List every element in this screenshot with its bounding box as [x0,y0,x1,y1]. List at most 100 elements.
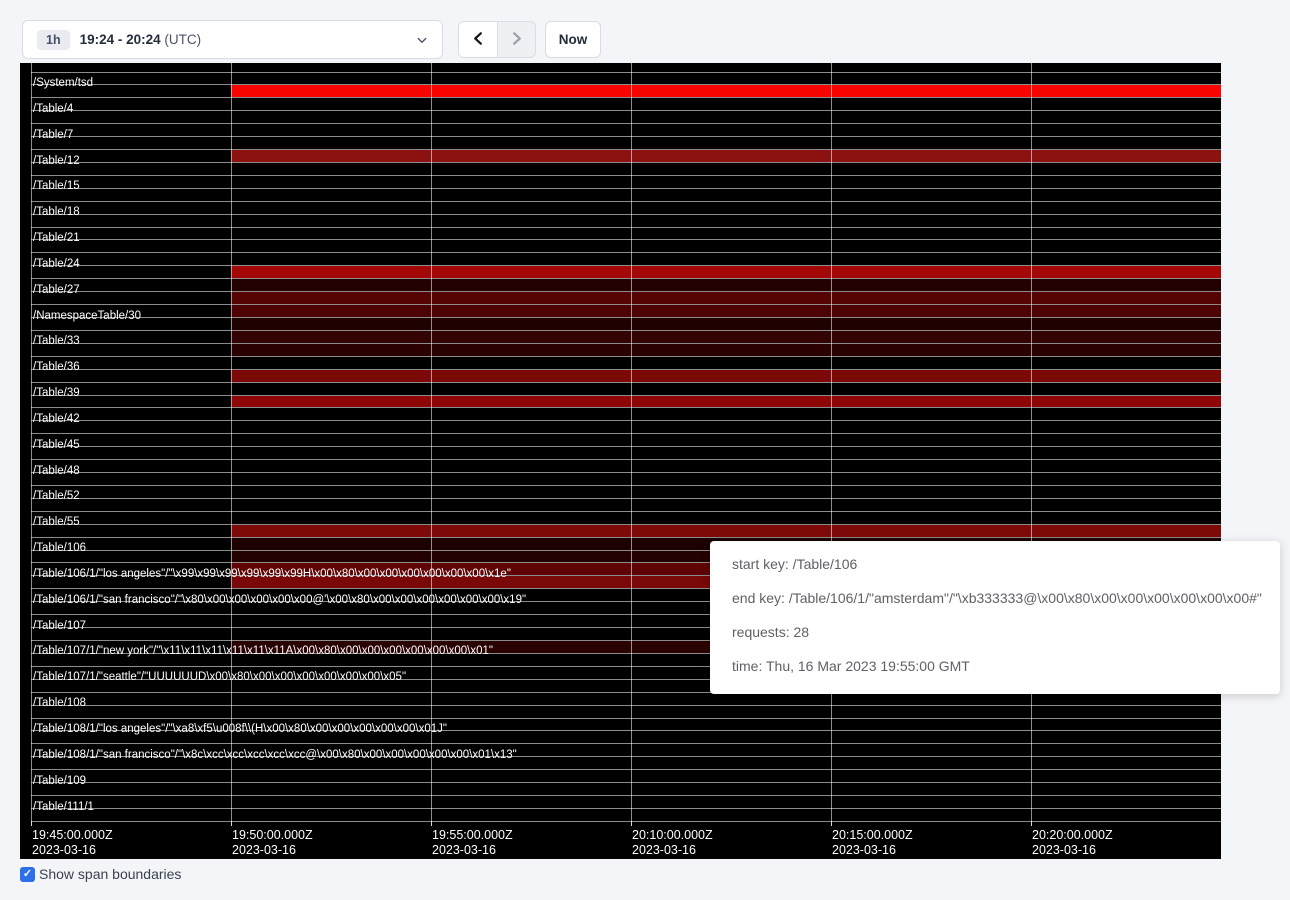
span-boundary-line [31,291,1221,292]
span-boundary-line [31,511,1221,512]
span-boundary-line [31,407,1221,408]
span-boundaries-control: ✓ Show span boundaries [20,866,181,882]
heatmap-canvas[interactable]: /System/tsd/Table/4/Table/7/Table/12/Tab… [20,63,1221,859]
row-label: /Table/21 [33,232,80,244]
span-boundary-line [31,136,1221,137]
row-label: /Table/42 [33,413,80,425]
span-boundary-line [31,317,1221,318]
row-label: /Table/55 [33,516,80,528]
time-gridline [631,63,632,821]
row-label: /Table/7 [33,129,73,141]
toolbar: 1h 19:24 - 20:24 (UTC) Now [0,0,1290,63]
prev-time-button[interactable] [459,22,497,57]
span-boundary-line [31,795,1221,796]
row-label: /Table/36 [33,361,80,373]
span-boundary-line [31,110,1221,111]
span-boundary-line [31,343,1221,344]
span-boundary-line [31,446,1221,447]
row-label: /Table/107/1/"new york"/"\x11\x11\x11\x1… [33,645,493,657]
next-time-button[interactable] [497,22,535,57]
span-boundary-line [31,420,1221,421]
row-label: /Table/27 [33,284,80,296]
span-boundary-line [31,162,1221,163]
row-label: /Table/106/1/"los angeles"/"\x99\x99\x99… [33,568,511,580]
heat-band [231,396,1221,408]
row-label: /Table/39 [33,387,80,399]
span-boundary-line [31,705,1221,706]
time-gridline [231,63,232,821]
span-boundary-line [31,304,1221,305]
tooltip-start-key: start key: /Table/106 [732,547,1258,581]
row-label: /Table/24 [33,258,80,270]
axis-tick [231,821,232,826]
span-boundary-line [31,472,1221,473]
span-boundary-line [31,265,1221,266]
span-boundary-line [31,382,1221,383]
axis-tick [431,821,432,826]
axis-tick [631,821,632,826]
show-span-boundaries-label: Show span boundaries [39,866,181,882]
row-label: /NamespaceTable/30 [33,310,141,322]
heat-band [231,266,1221,278]
tooltip-end-key: end key: /Table/106/1/"amsterdam"/"\xb33… [732,581,1258,615]
axis-tick-label: 19:45:00.000Z2023-03-16 [32,828,113,858]
span-boundary-line [31,769,1221,770]
heat-band [231,279,1221,291]
row-label: /Table/108 [33,697,86,709]
time-range-label: 19:24 - 20:24 (UTC) [80,32,202,47]
row-label: /Table/107 [33,620,86,632]
span-boundary-line [31,149,1221,150]
span-boundary-line [31,239,1221,240]
time-nav-group [458,21,536,58]
row-label: /Table/12 [33,155,80,167]
chevron-down-icon [416,34,428,46]
heat-band [231,525,1221,537]
span-boundary-line [31,214,1221,215]
row-label: /Table/52 [33,490,80,502]
span-boundary-line [31,227,1221,228]
row-label: /Table/15 [33,180,80,192]
span-boundary-line [31,188,1221,189]
heat-band [231,292,1221,304]
show-span-boundaries-checkbox[interactable]: ✓ [20,867,35,882]
span-boundary-line [31,782,1221,783]
heat-band [231,370,1221,382]
time-gridline [431,63,432,821]
row-label: /Table/4 [33,103,73,115]
chevron-right-icon [509,31,524,49]
time-range-utc: (UTC) [164,32,201,47]
checkmark-icon: ✓ [23,869,32,880]
row-label: /Table/108/1/"san francisco"/"\x8c\xcc\x… [33,749,517,761]
span-boundary-line [31,123,1221,124]
axis-tick [1031,821,1032,826]
tooltip: start key: /Table/106 end key: /Table/10… [710,541,1280,694]
axis-tick [831,821,832,826]
span-boundary-line [31,808,1221,809]
row-label: /Table/33 [33,335,80,347]
time-range-badge: 1h [37,30,70,50]
row-label: /Table/109 [33,775,86,787]
chevron-left-icon [471,31,486,49]
span-boundary-line [31,498,1221,499]
span-boundary-line [31,252,1221,253]
span-boundary-line [31,718,1221,719]
axis-tick-label: 19:50:00.000Z2023-03-16 [232,828,313,858]
axis-tick [31,821,32,826]
row-label: /Table/106 [33,542,86,554]
tooltip-requests: requests: 28 [732,615,1258,649]
row-label: /Table/108/1/"los angeles"/"\xa8\xf5\u00… [33,723,447,735]
row-label: /Table/18 [33,206,80,218]
axis-tick-label: 20:10:00.000Z2023-03-16 [632,828,713,858]
heat-band [231,150,1221,162]
span-boundary-line [31,201,1221,202]
row-label: /Table/106/1/"san francisco"/"\x80\x00\x… [33,594,526,606]
span-boundary-line [31,395,1221,396]
span-boundary-line [31,537,1221,538]
time-range-dropdown[interactable]: 1h 19:24 - 20:24 (UTC) [22,20,443,59]
row-label: /Table/107/1/"seattle"/"UUUUUUD\x00\x80\… [33,671,406,683]
span-boundary-line [31,433,1221,434]
heat-band [231,305,1221,317]
now-button[interactable]: Now [545,21,601,58]
time-gridline [831,63,832,821]
span-boundary-line [31,743,1221,744]
